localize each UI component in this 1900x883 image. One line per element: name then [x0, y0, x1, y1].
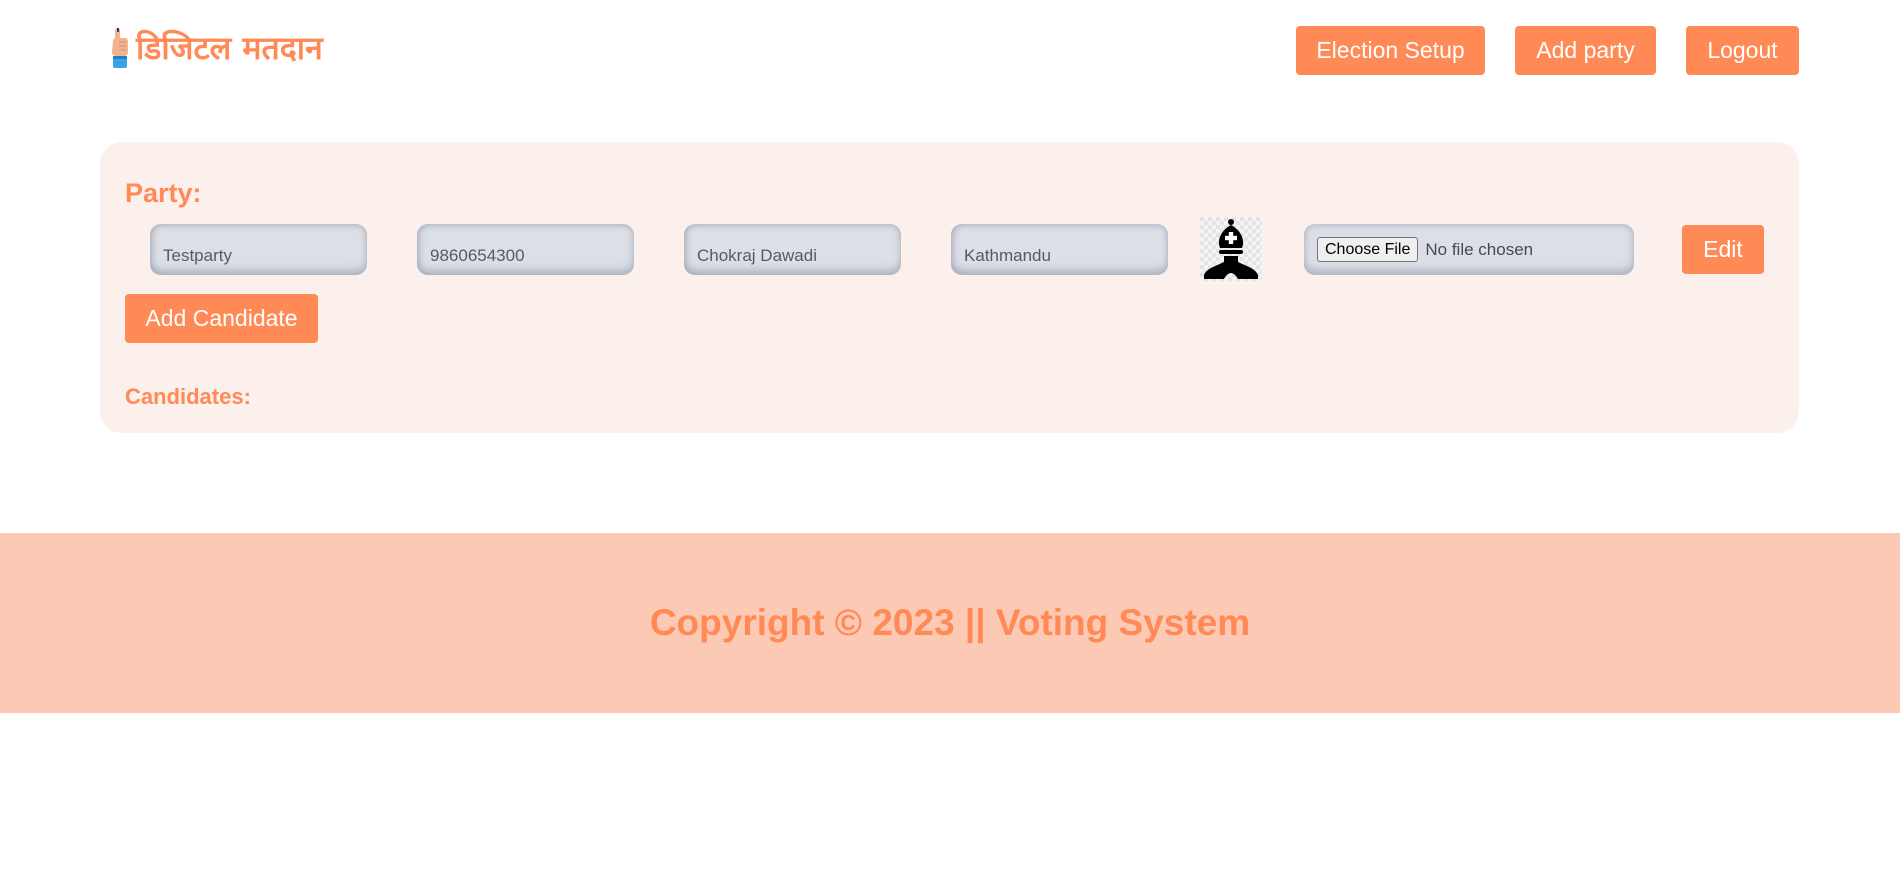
add-candidate-button[interactable]: Add Candidate [125, 294, 318, 343]
party-heading: Party: [125, 178, 202, 208]
candidates-heading: Candidates: [125, 384, 251, 409]
party-name-input[interactable] [150, 224, 367, 275]
choose-file-button[interactable]: Choose File [1317, 237, 1419, 262]
file-status-text: No file chosen [1425, 239, 1534, 259]
election-setup-button[interactable]: Election Setup [1296, 26, 1485, 75]
voting-finger-icon [112, 28, 128, 68]
brand-title: डिजिटल मतदान [136, 29, 323, 67]
party-phone-input[interactable] [417, 224, 634, 275]
party-location-input[interactable] [951, 224, 1168, 275]
edit-button[interactable]: Edit [1682, 225, 1764, 274]
footer: Copyright © 2023 || Voting System [0, 533, 1900, 713]
party-leader-input[interactable] [684, 224, 901, 275]
add-party-button[interactable]: Add party [1515, 26, 1656, 75]
symbol-file-input[interactable]: Choose File No file chosen [1304, 224, 1634, 275]
footer-copyright: Copyright © 2023 || Voting System [649, 602, 1251, 643]
chess-bishop-icon [1200, 217, 1262, 281]
top-header: डिजिटल मतदान Election Setup Add party Lo… [0, 0, 1900, 100]
party-card: Party: Choose File No file chosen Edit A… [100, 142, 1799, 433]
brand[interactable]: डिजिटल मतदान [108, 26, 323, 70]
logout-button[interactable]: Logout [1686, 26, 1799, 75]
